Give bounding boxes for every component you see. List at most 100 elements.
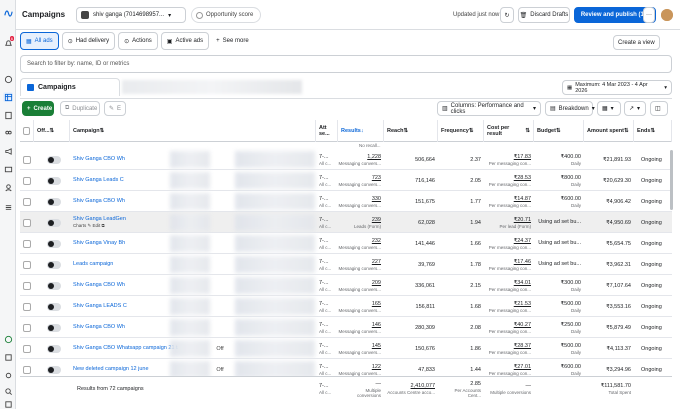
reports-icon[interactable]: [3, 352, 13, 362]
table-row[interactable]: Shiv Ganga Leads C 7-... All c... 723 Messag…: [20, 170, 672, 191]
results-value[interactable]: 145: [372, 343, 381, 349]
row-checkbox[interactable]: [23, 365, 31, 374]
header-select-all[interactable]: [20, 120, 34, 142]
delivery-toggle[interactable]: [38, 338, 70, 359]
table-row[interactable]: Shiv Ganga CBO Whatsapp campaign 21 tab.…: [20, 338, 672, 359]
header-amount-spent[interactable]: Amount spent ⇅: [584, 120, 634, 142]
campaign-name-cell[interactable]: Shiv Ganga LeadGen Charts ✎ Edit ⧉: [70, 212, 178, 233]
row-select[interactable]: [20, 317, 34, 338]
account-selector[interactable]: shiv ganga (7014698957... ▾: [76, 7, 186, 23]
reports-dropdown[interactable]: ▦ ▾: [597, 101, 621, 116]
row-select[interactable]: [20, 233, 34, 254]
toggle-switch[interactable]: [47, 176, 61, 185]
tab-actions[interactable]: ⊙ Actions: [118, 32, 158, 50]
select-all-checkbox[interactable]: [23, 127, 30, 135]
row-select[interactable]: [20, 296, 34, 317]
campaign-name-cell[interactable]: Shiv Ganga CBO Wh: [70, 317, 178, 338]
table-row[interactable]: Shiv Ganga CBO Wh 7-... All c... 209 Messagi…: [20, 275, 672, 296]
header-attribution[interactable]: Att se...: [316, 120, 338, 142]
events-icon[interactable]: [3, 182, 13, 192]
campaign-name-link[interactable]: Shiv Ganga CBO Wh: [73, 282, 175, 288]
delivery-toggle[interactable]: [38, 149, 70, 170]
breakdown-selector[interactable]: ▤ Breakdown ▾: [545, 101, 595, 116]
toggle-switch[interactable]: [47, 155, 61, 164]
meta-logo-icon[interactable]: [3, 8, 13, 18]
campaign-name-cell[interactable]: Shiv Ganga Leads C: [70, 170, 178, 191]
menu-icon[interactable]: [3, 202, 13, 212]
results-value[interactable]: 723: [372, 175, 381, 181]
campaign-name-cell[interactable]: Shiv Ganga CBO Wh: [70, 191, 178, 212]
results-value[interactable]: 227: [372, 259, 381, 265]
row-checkbox[interactable]: [23, 302, 31, 311]
row-checkbox[interactable]: [23, 281, 31, 290]
campaign-name-link[interactable]: Shiv Ganga LeadGen: [73, 216, 175, 222]
billing-icon[interactable]: [3, 164, 13, 174]
delivery-toggle[interactable]: [38, 254, 70, 275]
results-value[interactable]: 1,228: [367, 154, 381, 160]
budget-cell[interactable]: ₹800.00 Daily: [534, 170, 584, 191]
date-range-picker[interactable]: ▦ Maximum: 4 Mar 2023 - 4 Apr 2026 ▾: [562, 80, 672, 95]
results-value[interactable]: 330: [372, 196, 381, 202]
search-filter-input[interactable]: Search to filter by: name, ID or metrics: [20, 55, 672, 73]
home-icon[interactable]: [3, 74, 13, 84]
row-select[interactable]: [20, 275, 34, 296]
toggle-switch[interactable]: [47, 239, 61, 248]
notifications-icon[interactable]: 6: [3, 36, 14, 48]
table-row[interactable]: Shiv Ganga CBO Wh 7-... All c... 146 Messagi…: [20, 317, 672, 338]
row-checkbox[interactable]: [23, 323, 31, 332]
cpr-value[interactable]: ₹28.37: [514, 343, 531, 349]
budget-cell[interactable]: ₹500.00 Daily: [534, 338, 584, 359]
row-checkbox[interactable]: [23, 155, 31, 164]
edit-button[interactable]: ✎ E: [104, 101, 126, 116]
cpr-value[interactable]: ₹34.01: [514, 280, 531, 286]
table-row[interactable]: Leads campaign 7-... All c... 227 Messaging …: [20, 254, 672, 275]
tab-had-delivery[interactable]: ⊙ Had delivery: [61, 32, 116, 50]
see-more-button[interactable]: + See more: [212, 32, 253, 50]
campaign-name-cell[interactable]: Leads campaign: [70, 254, 178, 275]
campaign-name-link[interactable]: Shiv Ganga CBO Wh: [73, 156, 175, 162]
row-select[interactable]: [20, 170, 34, 191]
profile-avatar[interactable]: [661, 9, 673, 21]
audience-icon[interactable]: [3, 128, 13, 138]
table-row[interactable]: Shiv Ganga CBO Wh 7-... All c... 330 Messagi…: [20, 191, 672, 212]
campaign-name-link[interactable]: New deleted campaign 12 june: [73, 366, 175, 372]
header-ends[interactable]: Ends ⇅: [634, 120, 672, 142]
megaphone-icon[interactable]: [3, 146, 13, 156]
toggle-switch[interactable]: [47, 281, 61, 290]
campaign-name-cell[interactable]: Shiv Ganga LEADS C: [70, 296, 178, 317]
toggle-switch[interactable]: [47, 344, 61, 353]
header-cost-per-result[interactable]: Cost per result ⇅: [484, 120, 534, 142]
delivery-toggle[interactable]: [38, 191, 70, 212]
campaign-name-link[interactable]: Shiv Ganga CBO Wh: [73, 198, 175, 204]
cpr-value[interactable]: ₹24.37: [514, 238, 531, 244]
budget-cell[interactable]: ₹300.00 Daily: [534, 275, 584, 296]
results-value[interactable]: 232: [372, 238, 381, 244]
row-select[interactable]: [20, 254, 34, 275]
toggle-switch[interactable]: [47, 218, 61, 227]
row-select[interactable]: [20, 149, 34, 170]
table-row[interactable]: Shiv Ganga LEADS C 7-... All c... 165 Messag…: [20, 296, 672, 317]
help-icon[interactable]: [3, 334, 13, 344]
cpr-value[interactable]: ₹17.46: [514, 259, 531, 265]
cpr-value[interactable]: ₹17.83: [514, 154, 531, 160]
campaign-name-link[interactable]: Shiv Ganga LEADS C: [73, 303, 175, 309]
delivery-toggle[interactable]: [38, 317, 70, 338]
tab-active-ads[interactable]: ▣ Active ads: [160, 32, 210, 50]
columns-selector[interactable]: ▥ Columns: Performance and clicks ▾: [437, 101, 541, 116]
results-value[interactable]: 165: [372, 301, 381, 307]
create-button[interactable]: + Create: [22, 101, 54, 116]
tab-campaigns-level[interactable]: Campaigns: [20, 78, 120, 96]
row-checkbox[interactable]: [23, 176, 31, 185]
campaign-name-cell[interactable]: Shiv Ganga CBO Wh: [70, 275, 178, 296]
budget-cell[interactable]: Using ad set bu...: [534, 233, 584, 254]
delivery-toggle[interactable]: [38, 212, 70, 233]
create-view-button[interactable]: Create a view: [613, 35, 660, 50]
header-frequency[interactable]: Frequency ⇅: [438, 120, 484, 142]
budget-cell[interactable]: ₹250.00 Daily: [534, 317, 584, 338]
header-reach[interactable]: Reach ⇅: [384, 120, 438, 142]
export-dropdown[interactable]: ↗ ▾: [624, 101, 646, 116]
campaign-name-link[interactable]: Shiv Ganga CBO Whatsapp campaign 21 tab.…: [73, 345, 178, 351]
row-checkbox[interactable]: [23, 218, 31, 227]
header-campaign[interactable]: Campaign ⇅: [70, 120, 316, 142]
budget-cell[interactable]: Using ad set bu...: [534, 254, 584, 275]
